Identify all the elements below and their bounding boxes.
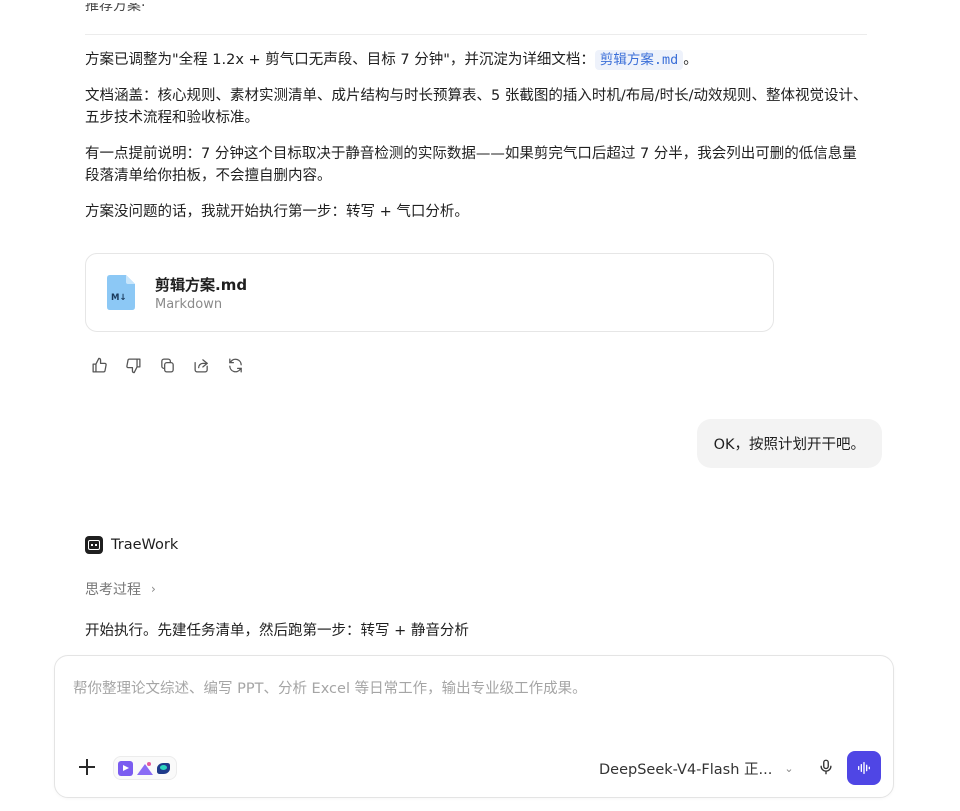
message-composer: DeepSeek-V4-Flash 正... ⌄	[54, 655, 894, 798]
microphone-icon[interactable]	[817, 758, 835, 776]
assistant-paragraph: 方案没问题的话，我就开始执行第一步：转写 + 气口分析。	[85, 204, 469, 220]
chevron-down-icon: ⌄	[784, 761, 794, 775]
assistant-paragraph: 有一点提前说明：7 分钟这个目标取决于静音检测的实际数据——如果剪完气口后超过 …	[85, 146, 857, 184]
regenerate-icon[interactable]	[226, 356, 244, 374]
assistant-paragraph: 方案已调整为"全程 1.2x + 剪气口无声段、目标 7 分钟"，并沉淀为详细文…	[85, 50, 698, 70]
thinking-process-toggle[interactable]: 思考过程 ›	[85, 579, 156, 599]
agent-name: TraeWork	[111, 537, 179, 553]
waveform-icon	[858, 762, 870, 774]
agent-header: TraeWork	[85, 536, 178, 554]
file-name: 剪辑方案.md	[155, 276, 248, 294]
agent-stream-text: 开始执行。先建任务清单，然后跑第一步：转写 + 静音分析	[85, 623, 469, 639]
share-icon[interactable]	[192, 356, 210, 374]
message-input[interactable]	[73, 674, 873, 704]
previous-heading-fragment: 推荐方案·	[85, 3, 146, 14]
chevron-right-icon: ›	[151, 582, 156, 596]
message-actions	[90, 356, 244, 374]
voice-send-button[interactable]	[847, 751, 881, 785]
file-type: Markdown	[155, 297, 223, 312]
user-message-bubble: OK，按照计划开干吧。	[696, 419, 882, 468]
tool-selector[interactable]	[113, 756, 177, 780]
video-tool-icon	[118, 760, 133, 776]
markdown-file-icon: M↓	[107, 275, 135, 310]
image-tool-icon	[137, 761, 153, 776]
svg-text:M↓: M↓	[111, 293, 127, 303]
assistant-paragraph: 文档涵盖：核心规则、素材实测清单、成片结构与时长预算表、5 张截图的插入时机/布…	[85, 88, 868, 126]
ai-tool-icon	[156, 761, 171, 776]
copy-icon[interactable]	[158, 356, 176, 374]
plus-icon[interactable]	[77, 757, 97, 777]
thumbs-up-icon[interactable]	[90, 356, 108, 374]
divider	[85, 34, 867, 35]
thumbs-down-icon[interactable]	[124, 356, 142, 374]
traework-logo-icon	[85, 536, 103, 554]
chat-area: 推荐方案· 方案已调整为"全程 1.2x + 剪气口无声段、目标 7 分钟"，并…	[0, 0, 960, 650]
file-attachment-card[interactable]: M↓ 剪辑方案.md Markdown	[85, 253, 774, 332]
file-link[interactable]: 剪辑方案.md	[594, 50, 684, 70]
model-selector[interactable]: DeepSeek-V4-Flash 正... ⌄	[599, 756, 794, 780]
